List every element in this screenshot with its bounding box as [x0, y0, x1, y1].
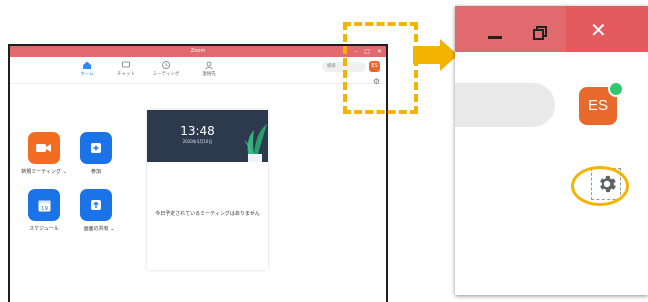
calendar-icon: 19	[38, 200, 50, 212]
chat-icon	[122, 61, 130, 68]
schedule-label: スケジュール	[29, 226, 59, 232]
highlight-callout-box	[343, 22, 418, 114]
video-camera-icon	[36, 144, 51, 152]
share-screen-label: 画面の共有 ⌄	[83, 226, 115, 232]
tab-chat[interactable]: チャット	[109, 60, 143, 77]
contacts-icon	[205, 61, 213, 70]
tab-meetings[interactable]: ミーティング	[149, 60, 183, 77]
tab-home-label: ホーム	[80, 72, 94, 77]
join-label: 参加	[90, 169, 101, 175]
join-button[interactable]	[80, 132, 112, 164]
zoomed-detail-panel: ✕ ES	[455, 6, 648, 295]
upcoming-meetings-card: 13:48 2020年3月16日 今日予定されているミーティングはありません	[147, 110, 268, 270]
window-title: Zoom	[190, 48, 206, 54]
title-bar: Zoom – □ ✕	[10, 46, 386, 57]
zoomed-minimize-icon[interactable]	[488, 36, 502, 39]
tab-contacts[interactable]: 連絡先	[192, 60, 226, 77]
tab-contacts-label: 連絡先	[202, 72, 216, 77]
tab-chat-label: チャット	[117, 72, 135, 77]
clock-time: 13:48	[180, 124, 215, 138]
no-meetings-message: 今日予定されているミーティングはありません	[155, 211, 260, 217]
tab-home[interactable]: ホーム	[70, 60, 104, 77]
highlight-ring	[571, 166, 629, 206]
new-meeting-label: 新規ミーティング ⌄	[21, 169, 67, 175]
zoomed-restore-icon[interactable]	[533, 26, 547, 40]
pointer-arrow-shaft	[413, 46, 441, 64]
plus-icon	[91, 143, 101, 153]
online-status-indicator	[608, 81, 624, 97]
card-header: 13:48 2020年3月16日	[147, 110, 268, 162]
zoomed-close-icon[interactable]: ✕	[590, 18, 607, 42]
zoomed-search-input[interactable]	[455, 83, 555, 127]
zoom-window: Zoom – □ ✕ ホーム チャット ミーティング 連絡先 検索 ES ⚙ 新…	[8, 44, 388, 302]
calendar-day: 19	[41, 206, 48, 212]
clock-date: 2020年3月16日	[182, 139, 213, 144]
schedule-button[interactable]: 19	[28, 189, 60, 221]
new-meeting-button[interactable]	[28, 132, 60, 164]
share-screen-button[interactable]	[80, 189, 112, 221]
zoomed-close-area	[566, 6, 648, 52]
clock-icon	[162, 61, 170, 69]
share-screen-icon	[91, 200, 101, 210]
home-icon	[83, 61, 91, 69]
tab-meetings-label: ミーティング	[152, 72, 180, 77]
top-navigation: ホーム チャット ミーティング 連絡先 検索 ES	[10, 57, 386, 84]
